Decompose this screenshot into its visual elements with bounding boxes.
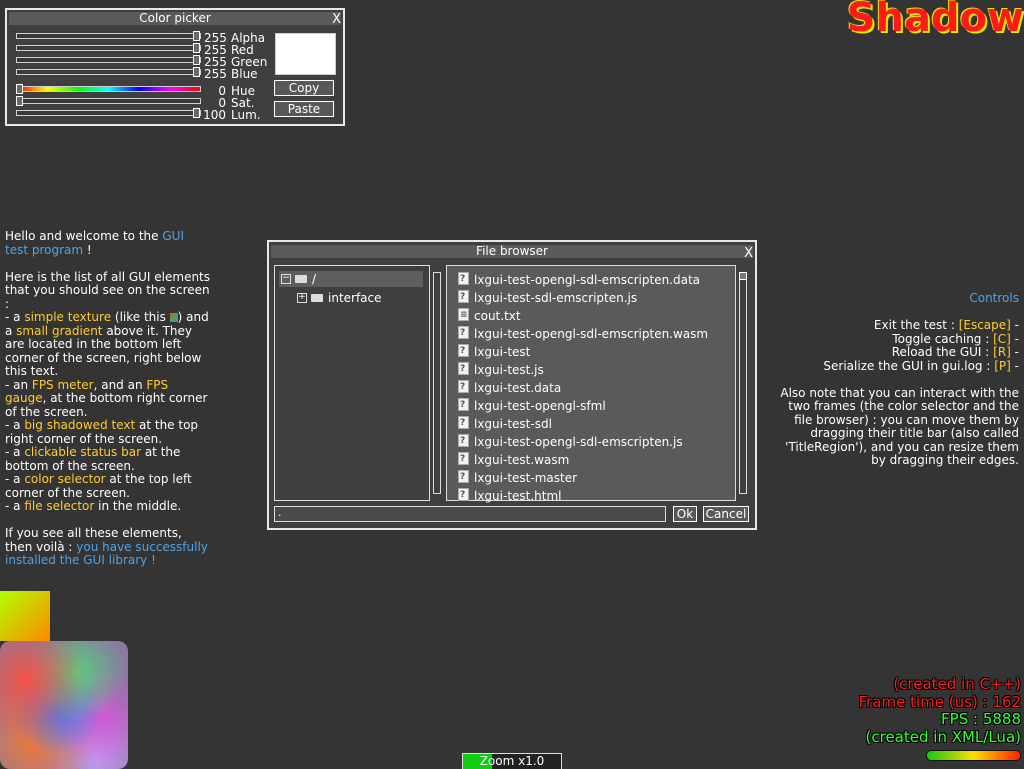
file-name: cout.txt bbox=[474, 309, 521, 323]
file-list-item[interactable]: lxgui-test-opengl-sdl-emscripten.js bbox=[458, 432, 683, 451]
alpha-slider[interactable] bbox=[16, 31, 201, 41]
paste-button[interactable]: Paste bbox=[274, 101, 334, 117]
folder-icon bbox=[311, 294, 323, 302]
unknown-file-icon bbox=[458, 432, 469, 450]
folder-tree-scrollbar[interactable] bbox=[433, 272, 441, 494]
file-name: lxgui-test.data bbox=[474, 381, 562, 395]
file-list-item[interactable]: lxgui-test-master bbox=[458, 468, 578, 487]
expand-icon[interactable]: + bbox=[297, 293, 307, 303]
file-name: lxgui-test-opengl-sdl-emscripten.wasm bbox=[474, 327, 709, 341]
blue-slider[interactable] bbox=[16, 67, 201, 77]
file-name: lxgui-test.wasm bbox=[474, 453, 570, 467]
status-bar[interactable]: Zoom x1.0 bbox=[462, 753, 562, 769]
controls-title: Controls bbox=[969, 291, 1019, 305]
close-icon[interactable]: X bbox=[332, 13, 341, 26]
file-list-item[interactable]: lxgui-test-sdl-emscripten.js bbox=[458, 288, 638, 307]
tree-item-interface[interactable]: + interface bbox=[295, 290, 415, 306]
control-reload: Reload the GUI : [R] - bbox=[891, 345, 1019, 359]
folder-tree[interactable]: − / + interface bbox=[274, 265, 430, 501]
control-serialize: Serialize the GUI in gui.log : [P] - bbox=[823, 358, 1019, 373]
tree-item-root[interactable]: − / bbox=[279, 271, 423, 287]
file-list-scrollbar[interactable] bbox=[739, 272, 747, 494]
file-list-item[interactable]: lxgui-test.html bbox=[458, 486, 562, 503]
file-list-item[interactable]: lxgui-test-opengl-sfml bbox=[458, 396, 606, 415]
file-list-item[interactable]: lxgui-test bbox=[458, 342, 531, 361]
folder-open-icon bbox=[295, 275, 307, 283]
text-file-icon bbox=[458, 306, 469, 324]
unknown-file-icon bbox=[458, 486, 469, 503]
path-input[interactable]: . bbox=[274, 506, 666, 522]
unknown-file-icon bbox=[458, 414, 469, 432]
texture-sample-icon bbox=[169, 313, 178, 322]
copy-button[interactable]: Copy bbox=[274, 80, 334, 96]
unknown-file-icon bbox=[458, 342, 469, 360]
file-list-item[interactable]: lxgui-test.data bbox=[458, 378, 562, 397]
luminosity-slider[interactable] bbox=[16, 108, 201, 118]
unknown-file-icon bbox=[458, 396, 469, 414]
blue-value: 255 bbox=[204, 67, 227, 81]
color-preview bbox=[275, 33, 336, 75]
color-picker-frame[interactable]: Color picker X 255 Alpha 255 Red 255 Gre… bbox=[5, 8, 345, 126]
frame-time-label: Frame time (us) : 162 bbox=[858, 693, 1021, 711]
control-caching: Toggle caching : [C] - bbox=[892, 331, 1019, 346]
color-picker-title: Color picker bbox=[139, 11, 211, 25]
controls-panel: Controls Exit the test : [Escape] - Togg… bbox=[779, 291, 1019, 468]
fps-gauge bbox=[926, 750, 1021, 761]
file-name: lxgui-test-sdl bbox=[474, 417, 552, 431]
file-name: lxgui-test-opengl-sdl-emscripten.js bbox=[474, 435, 683, 449]
file-browser-title: File browser bbox=[476, 244, 548, 258]
file-name: lxgui-test.js bbox=[474, 363, 544, 377]
hue-slider[interactable] bbox=[16, 84, 201, 94]
cancel-button[interactable]: Cancel bbox=[703, 506, 749, 522]
control-exit: Exit the test : [Escape] - bbox=[873, 318, 1019, 332]
tree-item-root-label: / bbox=[312, 272, 317, 286]
luminosity-value: 100 bbox=[203, 108, 226, 122]
file-list-item[interactable]: lxgui-test-opengl-sdl-emscripten.wasm bbox=[458, 324, 709, 343]
saturation-slider[interactable] bbox=[16, 96, 201, 106]
unknown-file-icon bbox=[458, 450, 469, 468]
shadow-title: Shadow bbox=[846, 0, 1024, 41]
color-picker-title-bar[interactable]: Color picker bbox=[9, 12, 341, 25]
ok-button[interactable]: Ok bbox=[673, 506, 697, 522]
tree-item-interface-label: interface bbox=[328, 291, 382, 305]
luminosity-label: Lum. bbox=[231, 108, 261, 122]
file-list-item[interactable]: lxgui-test-opengl-sdl-emscripten.data bbox=[458, 270, 701, 289]
controls-note: Also note that you can interact with the… bbox=[780, 385, 1019, 467]
status-bar-label: Zoom x1.0 bbox=[479, 754, 545, 768]
file-name: lxgui-test-opengl-sdl-emscripten.data bbox=[474, 273, 701, 287]
unknown-file-icon bbox=[458, 378, 469, 396]
close-icon[interactable]: X bbox=[744, 247, 753, 260]
simple-texture bbox=[0, 641, 128, 769]
created-xml-label: (created in XML/Lua) bbox=[865, 728, 1021, 746]
fps-meter: FPS : 5888 bbox=[941, 710, 1021, 728]
unknown-file-icon bbox=[458, 360, 469, 378]
blue-label: Blue bbox=[231, 67, 258, 81]
file-list-item[interactable]: cout.txt bbox=[458, 306, 521, 325]
file-name: lxgui-test-opengl-sfml bbox=[474, 399, 606, 413]
file-list-item[interactable]: lxgui-test-sdl bbox=[458, 414, 552, 433]
small-gradient bbox=[0, 591, 50, 641]
red-slider[interactable] bbox=[16, 43, 201, 53]
unknown-file-icon bbox=[458, 468, 469, 486]
file-name: lxgui-test-master bbox=[474, 471, 578, 485]
file-list-item[interactable]: lxgui-test.js bbox=[458, 360, 544, 379]
unknown-file-icon bbox=[458, 324, 469, 342]
file-name: lxgui-test.html bbox=[474, 489, 562, 503]
file-name: lxgui-test bbox=[474, 345, 531, 359]
green-slider[interactable] bbox=[16, 55, 201, 65]
collapse-icon[interactable]: − bbox=[281, 274, 291, 284]
file-browser-title-bar[interactable]: File browser bbox=[271, 245, 753, 258]
welcome-text: Hello and welcome to the GUI test progra… bbox=[5, 229, 211, 567]
created-cpp-label: (created in C++) bbox=[893, 675, 1021, 693]
unknown-file-icon bbox=[458, 270, 469, 288]
scrollbar-thumb[interactable] bbox=[739, 272, 747, 280]
file-list-item[interactable]: lxgui-test.wasm bbox=[458, 450, 570, 469]
unknown-file-icon bbox=[458, 288, 469, 306]
file-name: lxgui-test-sdl-emscripten.js bbox=[474, 291, 638, 305]
